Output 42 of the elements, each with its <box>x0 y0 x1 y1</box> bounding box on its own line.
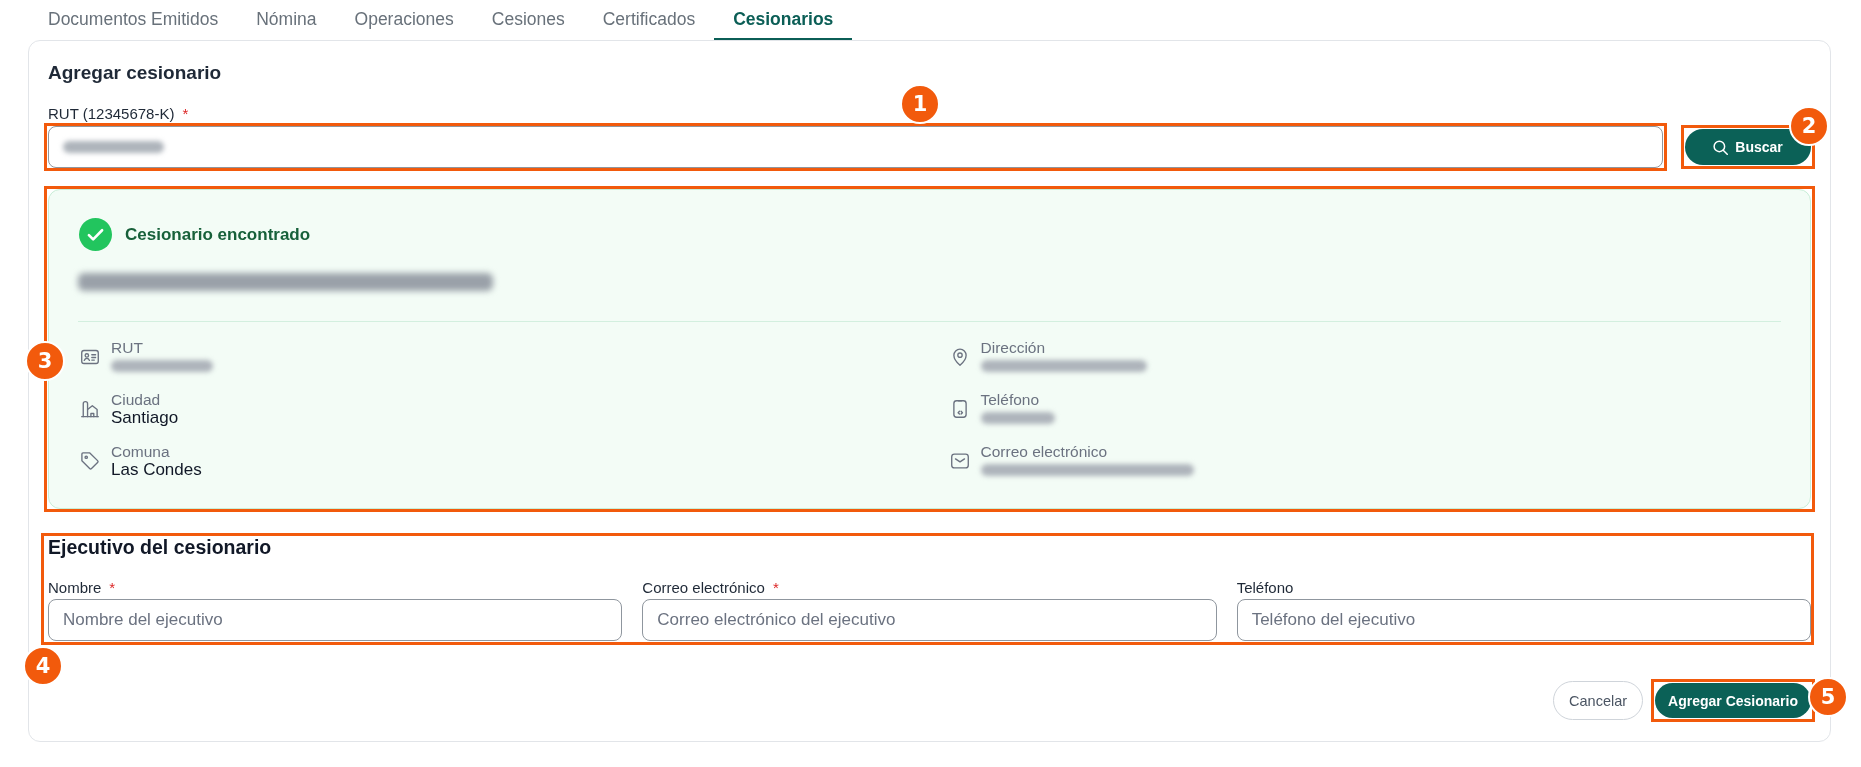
search-icon <box>1713 139 1729 155</box>
detail-label: RUT <box>111 339 144 356</box>
field-label: Correo electrónico <box>642 580 765 596</box>
field-label: Teléfono <box>1236 580 1294 596</box>
detail-label: Ciudad <box>111 391 162 408</box>
phone-icon <box>950 400 969 418</box>
detail-label: Correo electrónico <box>980 443 1109 460</box>
form-title: Agregar cesionario <box>48 62 223 84</box>
buildings-icon <box>81 400 99 418</box>
text-input[interactable]: Teléfono del ejecutivo <box>1236 599 1811 641</box>
tab[interactable]: Operaciones <box>335 0 473 40</box>
add-button[interactable]: Agregar Cesionario <box>1655 683 1811 718</box>
field-label: RUT (12345678-K) <box>48 106 175 122</box>
required-mark: * <box>772 580 779 596</box>
tab[interactable]: Certificados <box>583 0 715 40</box>
tab[interactable]: Documentos Emitidos <box>29 0 238 40</box>
detail-value: Santiago <box>111 408 179 428</box>
callout-badge: 2 <box>1789 106 1829 146</box>
detail-label: Dirección <box>980 339 1047 356</box>
id-card-icon <box>81 348 99 366</box>
required-mark: * <box>182 106 189 122</box>
map-pin-icon <box>950 348 969 366</box>
cancel-button[interactable]: Cancelar <box>1553 681 1644 720</box>
tab[interactable]: Cesiones <box>472 0 584 40</box>
callout-badge: 5 <box>1808 677 1848 717</box>
field-label: Nombre <box>48 580 102 596</box>
detail-label: Comuna <box>111 443 171 460</box>
mail-icon <box>950 452 969 470</box>
tab[interactable]: Cesionarios <box>714 0 853 40</box>
section-title: Ejecutivo del cesionario <box>48 535 273 559</box>
tab[interactable]: Nómina <box>237 0 336 40</box>
check-circle-icon <box>79 218 112 251</box>
detail-label: Teléfono <box>980 391 1041 408</box>
required-mark: * <box>109 580 116 596</box>
callout-badge: 4 <box>23 646 63 686</box>
tag-icon <box>81 452 99 470</box>
callout-badge: 3 <box>25 340 65 381</box>
status-message: Cesionario encontrado <box>125 224 311 245</box>
text-input[interactable]: Correo electrónico del ejecutivo <box>642 599 1217 641</box>
text-input[interactable]: Nombre del ejecutivo <box>48 599 623 641</box>
detail-value: Las Condes <box>111 460 202 480</box>
callout-badge: 1 <box>900 84 941 124</box>
